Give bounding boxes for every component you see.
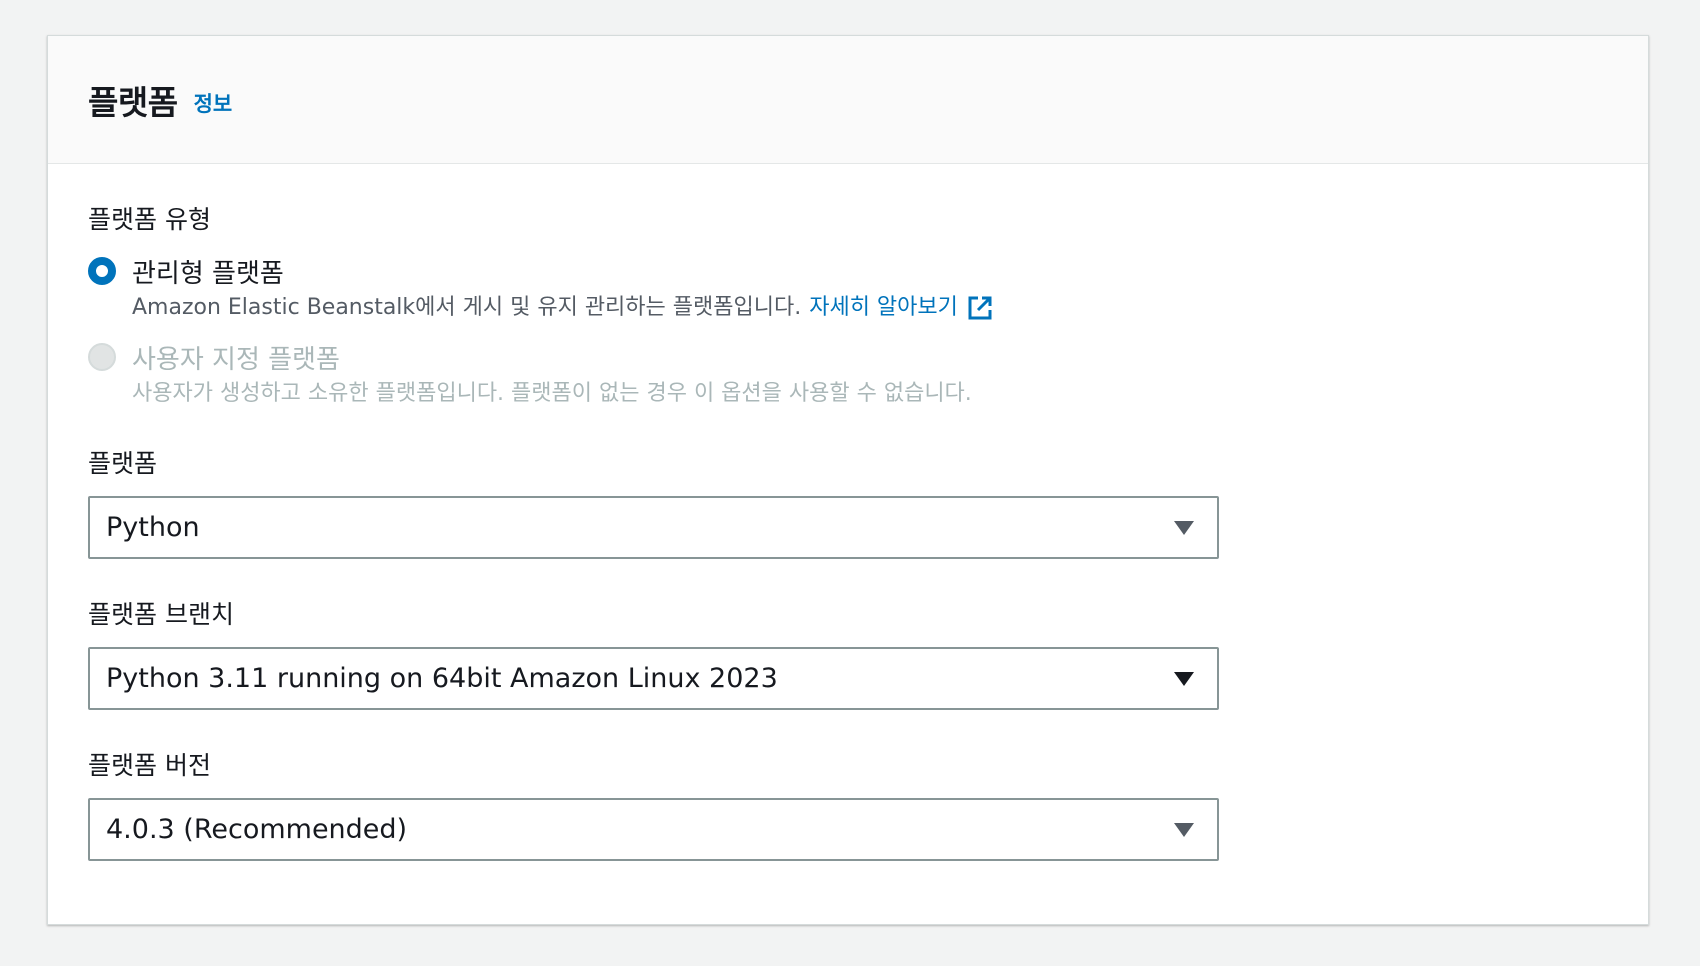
radio-disabled-icon[interactable] (88, 343, 116, 371)
radio-custom-platform[interactable]: 사용자 지정 플랫폼 (88, 338, 1608, 376)
platform-panel: 플랫폼 정보 플랫폼 유형 관리형 플랫폼 Amazon Elastic Bea… (47, 35, 1649, 925)
caret-down-icon (1174, 822, 1194, 837)
external-link-icon (968, 296, 992, 320)
platform-group: 플랫폼 Python (88, 444, 1608, 559)
panel-body: 플랫폼 유형 관리형 플랫폼 Amazon Elastic Beanstalk에… (48, 164, 1648, 861)
platform-type-group: 플랫폼 유형 관리형 플랫폼 Amazon Elastic Beanstalk에… (88, 200, 1608, 412)
platform-type-label: 플랫폼 유형 (88, 205, 211, 234)
panel-title: 플랫폼 (88, 82, 178, 122)
platform-version-label: 플랫폼 버전 (88, 751, 211, 780)
radio-custom-description: 사용자가 생성하고 소유한 플랫폼입니다. 플랫폼이 없는 경우 이 옵션을 사… (132, 376, 1608, 412)
platform-branch-select[interactable]: Python 3.11 running on 64bit Amazon Linu… (88, 647, 1219, 710)
radio-managed-label: 관리형 플랫폼 (132, 258, 284, 289)
radio-checked-icon[interactable] (88, 257, 116, 285)
platform-branch-group: 플랫폼 브랜치 Python 3.11 running on 64bit Ama… (88, 595, 1608, 710)
platform-select[interactable]: Python (88, 496, 1219, 559)
info-link[interactable]: 정보 (194, 88, 233, 118)
radio-managed-platform[interactable]: 관리형 플랫폼 (88, 252, 1608, 290)
managed-description-text: Amazon Elastic Beanstalk에서 게시 및 유지 관리하는 … (132, 295, 802, 320)
platform-branch-label: 플랫폼 브랜치 (88, 600, 234, 629)
platform-select-value: Python (106, 512, 200, 543)
caret-down-icon (1174, 520, 1194, 535)
learn-more-label: 자세히 알아보기 (809, 295, 958, 320)
platform-label: 플랫폼 (88, 449, 158, 478)
learn-more-link[interactable]: 자세히 알아보기 (809, 290, 994, 326)
platform-version-group: 플랫폼 버전 4.0.3 (Recommended) (88, 746, 1608, 861)
platform-version-select[interactable]: 4.0.3 (Recommended) (88, 798, 1219, 861)
custom-description-text: 사용자가 생성하고 소유한 플랫폼입니다. 플랫폼이 없는 경우 이 옵션을 사… (132, 381, 972, 406)
radio-managed-description: Amazon Elastic Beanstalk에서 게시 및 유지 관리하는 … (132, 290, 1608, 326)
platform-version-select-value: 4.0.3 (Recommended) (106, 814, 408, 845)
radio-custom-label: 사용자 지정 플랫폼 (132, 344, 340, 375)
panel-header: 플랫폼 정보 (48, 36, 1648, 164)
platform-branch-select-value: Python 3.11 running on 64bit Amazon Linu… (106, 663, 778, 694)
caret-down-icon (1174, 671, 1194, 686)
